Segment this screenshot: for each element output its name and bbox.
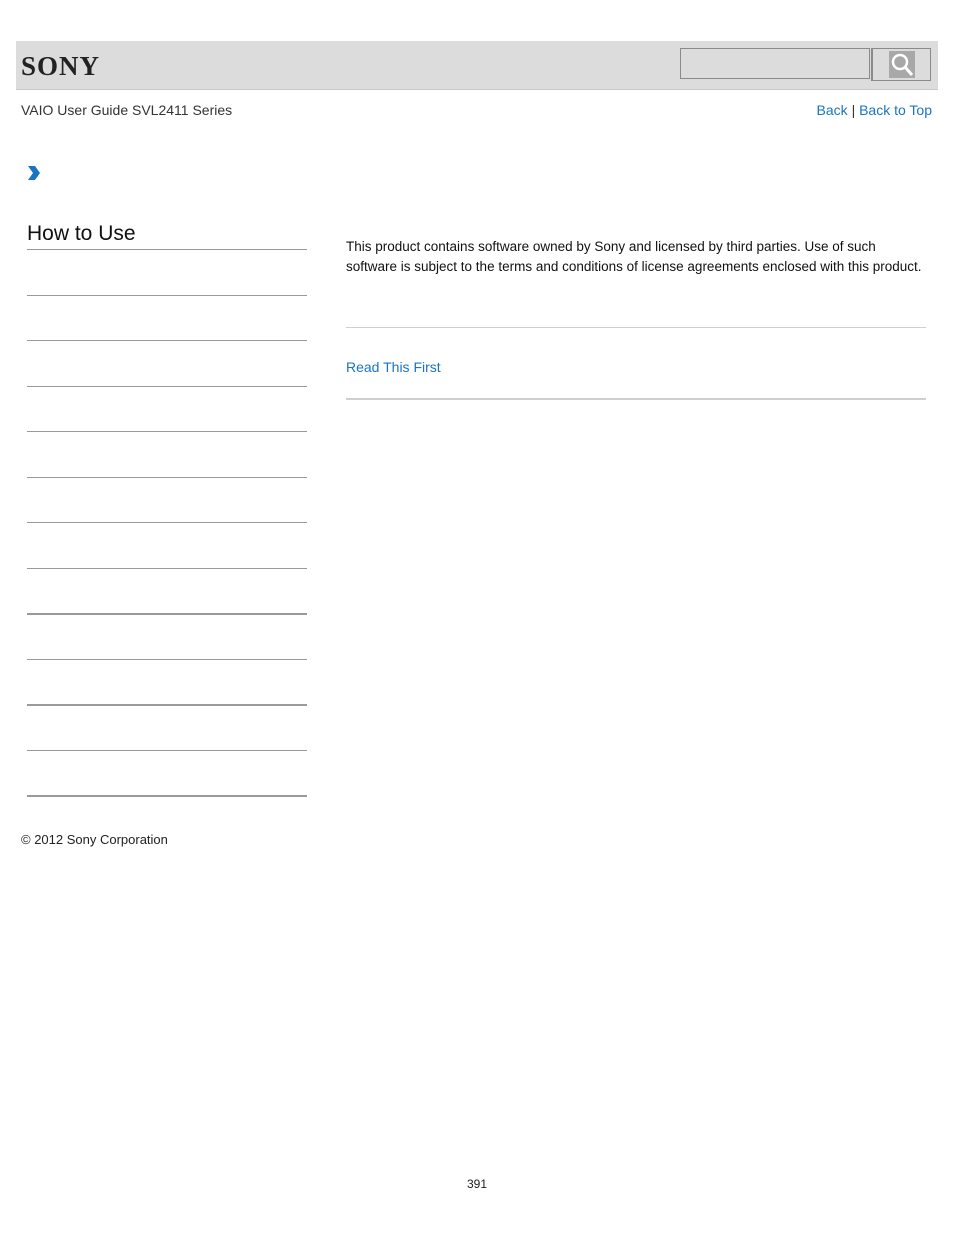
search-button[interactable] [871, 48, 931, 81]
content-divider [346, 327, 926, 328]
sidebar-title: How to Use [27, 222, 136, 245]
sidebar-divider [27, 295, 307, 296]
sidebar-divider [27, 613, 307, 615]
link-separator: | [851, 102, 856, 118]
sidebar-divider [27, 704, 307, 706]
back-link[interactable]: Back [817, 102, 848, 118]
content-divider [346, 398, 926, 400]
sidebar-divider [27, 431, 307, 432]
sidebar-divider [27, 522, 307, 523]
sidebar-divider [27, 750, 307, 751]
sidebar-divider [27, 477, 307, 478]
sony-logo: SONY [21, 51, 101, 81]
magnifier-icon [889, 51, 915, 78]
read-this-first-link[interactable]: Read This First [346, 359, 441, 375]
guide-title: VAIO User Guide SVL2411 Series [21, 102, 233, 118]
page-number: 391 [466, 1177, 488, 1191]
sidebar-divider [27, 249, 307, 250]
site-header: SONY [16, 41, 938, 90]
sidebar-divider [27, 659, 307, 660]
search-input[interactable] [680, 48, 870, 79]
sidebar-divider [27, 340, 307, 341]
content-body: This product contains software owned by … [346, 239, 922, 274]
copyright: © 2012 Sony Corporation [21, 832, 168, 847]
sidebar-divider [27, 568, 307, 569]
back-to-top-link[interactable]: Back to Top [859, 102, 932, 118]
chevron-right-icon[interactable] [26, 164, 42, 182]
sidebar-divider [27, 795, 307, 797]
top-links: Back | Back to Top [817, 102, 932, 118]
sidebar-divider [27, 386, 307, 387]
